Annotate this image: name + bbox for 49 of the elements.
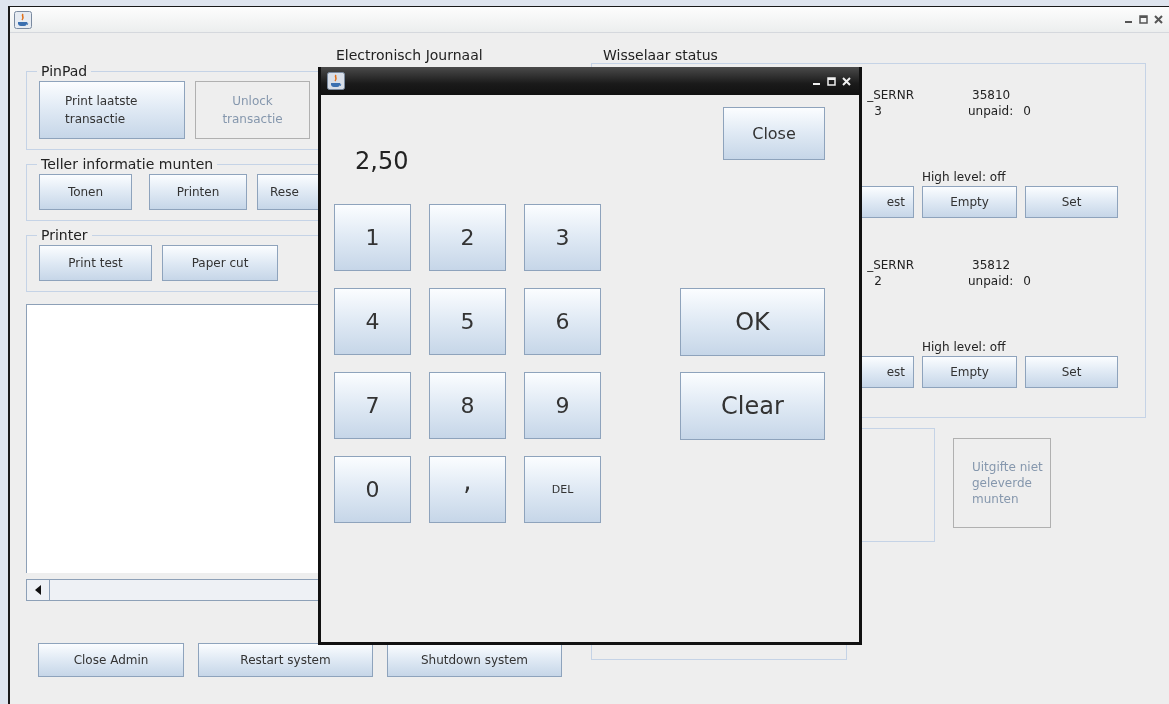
unpaid-label: unpaid:: [967, 104, 1014, 118]
keypad-key[interactable]: 7: [334, 372, 411, 439]
serial-label: _SERNR: [867, 258, 914, 272]
changer-button[interactable]: Set: [1025, 356, 1118, 388]
app-icon: [14, 10, 32, 29]
keypad-key[interactable]: 3: [524, 204, 601, 271]
scroll-left-icon[interactable]: [35, 585, 41, 595]
group-title: Printer: [40, 227, 89, 243]
journal-title: Electronisch Journaal: [336, 47, 483, 63]
maximize-icon[interactable]: [1139, 15, 1148, 24]
coin-count: 2: [873, 274, 883, 288]
unpaid-label: unpaid:: [967, 274, 1014, 288]
keypad-key[interactable]: 4: [334, 288, 411, 355]
printer-button[interactable]: Print test: [39, 245, 152, 281]
changer-button[interactable]: Empty: [922, 186, 1017, 218]
changer-button[interactable]: Empty: [922, 356, 1017, 388]
keypad-key[interactable]: DEL: [524, 456, 601, 523]
system-button[interactable]: Close Admin: [38, 643, 184, 677]
unpaid-value: 0: [1023, 274, 1031, 288]
high-level-status: High level: off: [922, 170, 1007, 184]
ok-button[interactable]: OK: [680, 288, 825, 356]
amount-display: 2,50: [355, 147, 409, 175]
coin-count: 3: [873, 104, 883, 118]
high-level-status: High level: off: [922, 340, 1007, 354]
group-title: Teller informatie munten: [40, 156, 215, 172]
keypad-key[interactable]: 1: [334, 204, 411, 271]
system-button[interactable]: Shutdown system: [387, 643, 562, 677]
keypad-key[interactable]: 0: [334, 456, 411, 523]
keypad-key[interactable]: 2: [429, 204, 506, 271]
keypad-key[interactable]: 5: [429, 288, 506, 355]
serial-number: 35810: [971, 88, 1012, 102]
close-icon[interactable]: [1154, 15, 1163, 24]
system-button[interactable]: Restart system: [198, 643, 373, 677]
close-button[interactable]: Close: [723, 107, 825, 160]
print-button[interactable]: Print laatste transactie: [39, 81, 185, 139]
serial-number: 35812: [971, 258, 1012, 272]
unpaid-value: 0: [1023, 104, 1031, 118]
changer-button[interactable]: Set: [1025, 186, 1118, 218]
printer-button[interactable]: Paper cut: [162, 245, 278, 281]
teller-button[interactable]: Tonen: [39, 174, 132, 210]
keypad-key[interactable]: 9: [524, 372, 601, 439]
serial-label: _SERNR: [867, 88, 914, 102]
keypad-key[interactable]: 8: [429, 372, 506, 439]
group-title: PinPad: [40, 63, 89, 79]
teller-button[interactable]: Printen: [149, 174, 247, 210]
app-icon: [327, 72, 345, 90]
clear-button[interactable]: Clear: [680, 372, 825, 440]
keypad-key[interactable]: 6: [524, 288, 601, 355]
keypad-key[interactable]: ,: [429, 456, 506, 523]
